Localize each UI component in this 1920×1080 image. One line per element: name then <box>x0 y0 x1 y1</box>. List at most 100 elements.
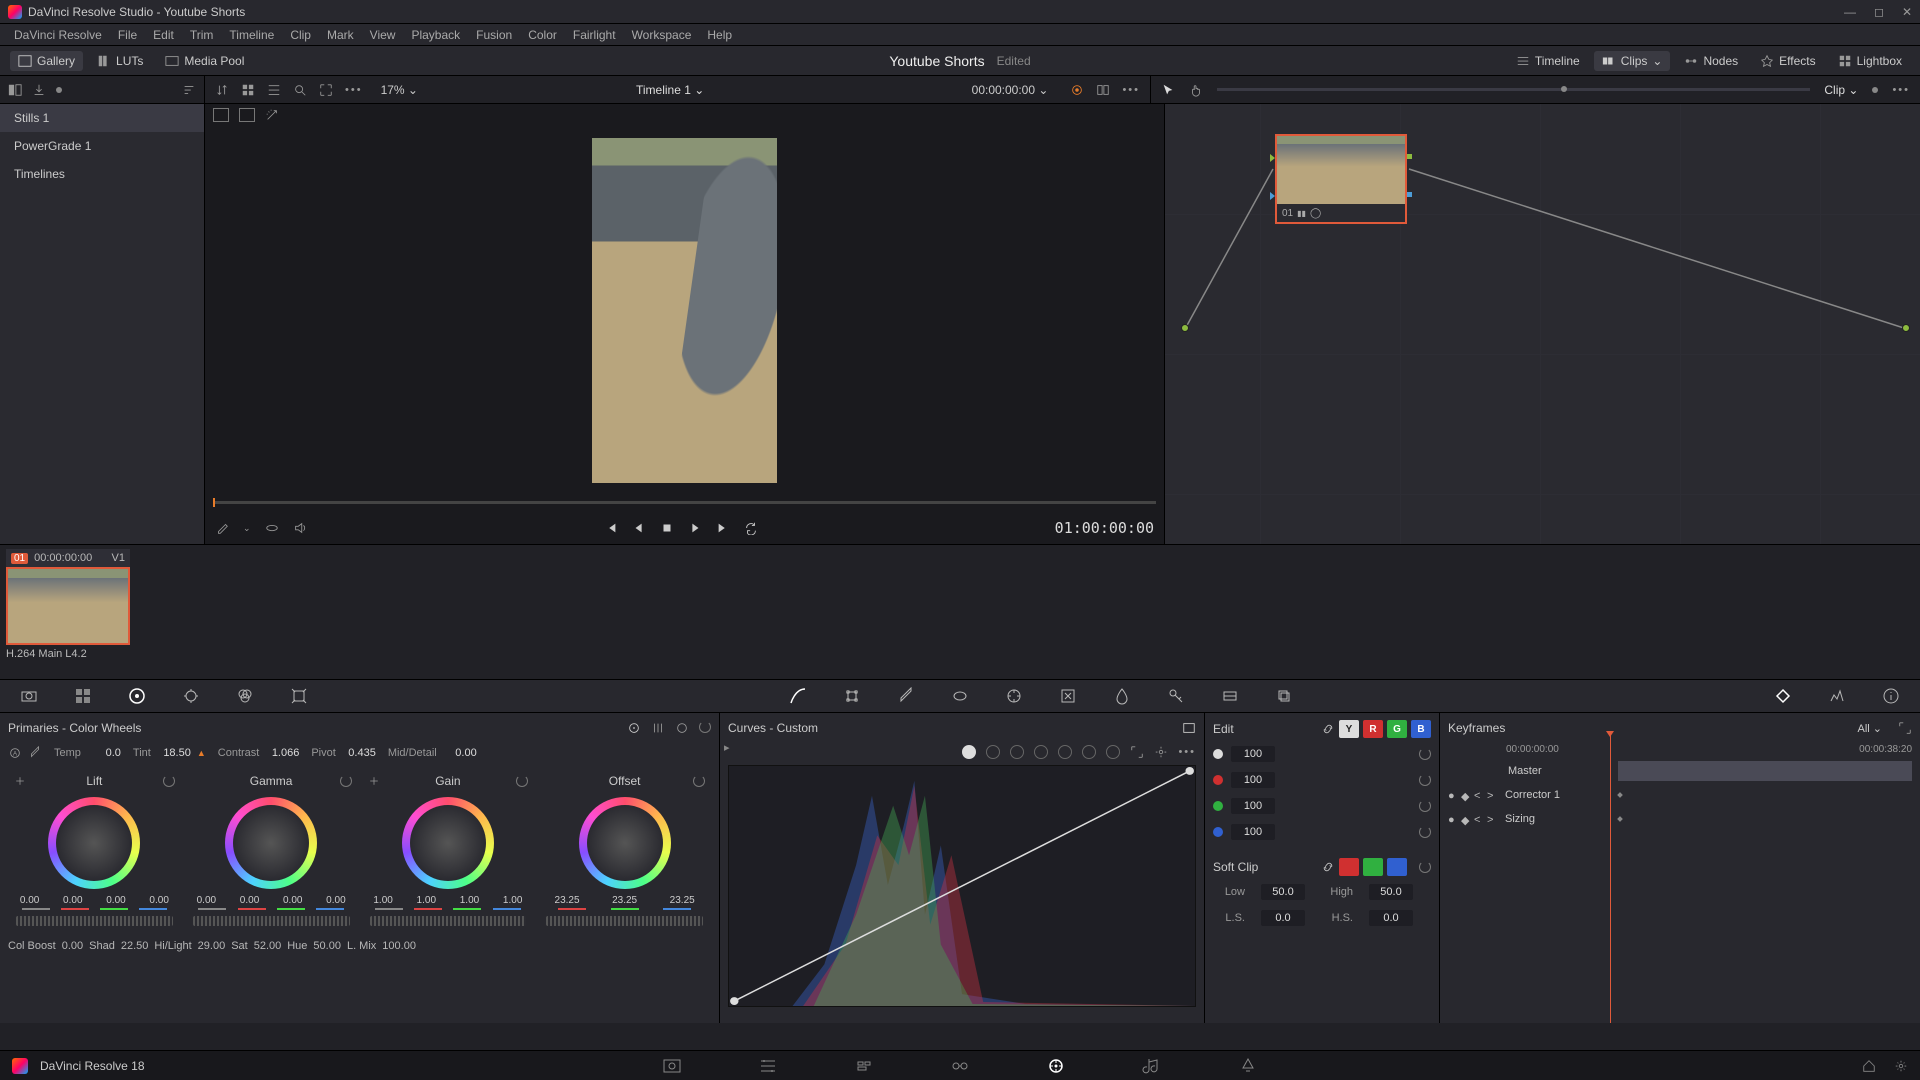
clips-button[interactable]: Clips ⌄ <box>1594 51 1671 71</box>
edit-b-value[interactable]: 100 <box>1231 824 1275 840</box>
curves-expand-icon[interactable] <box>1130 745 1144 759</box>
edit-r-reset[interactable] <box>1419 774 1431 786</box>
soft-hs[interactable]: 0.0 <box>1369 910 1413 926</box>
soft-b-chip[interactable] <box>1387 858 1407 876</box>
auto-balance-icon[interactable]: A <box>8 746 22 760</box>
lift-reset-icon[interactable] <box>163 775 175 787</box>
primaries-log-mode-icon[interactable] <box>675 721 689 735</box>
keyframe-master-row[interactable]: Master <box>1448 759 1912 783</box>
node-graph[interactable]: 01▮▮◯ <box>1165 104 1920 544</box>
bypass-icon[interactable] <box>1070 83 1084 97</box>
split-icon[interactable] <box>1096 83 1110 97</box>
lift-adjust-icon[interactable] <box>14 775 26 787</box>
sort-icon[interactable] <box>182 83 196 97</box>
effects-button[interactable]: Effects <box>1752 51 1823 71</box>
hue-value[interactable]: 50.00 <box>313 940 341 952</box>
prev-clip-button[interactable] <box>604 521 618 535</box>
step-back-button[interactable] <box>632 521 646 535</box>
node-clip-selector[interactable]: Clip ⌄ <box>1824 83 1858 97</box>
qualifier-icon[interactable] <box>895 685 917 707</box>
stop-button[interactable] <box>660 521 674 535</box>
viewer-timecode[interactable]: 00:00:00:00 ⌄ <box>972 83 1049 97</box>
soft-high[interactable]: 50.0 <box>1369 884 1413 900</box>
source-port[interactable] <box>1181 324 1189 332</box>
panel-icon[interactable] <box>8 83 22 97</box>
home-icon[interactable] <box>1862 1059 1876 1073</box>
blur-icon[interactable] <box>1111 685 1133 707</box>
color-match-icon[interactable] <box>72 685 94 707</box>
eyedropper-icon[interactable] <box>215 521 229 535</box>
temp-value[interactable]: 0.0 <box>87 747 121 759</box>
edit-b-chip[interactable]: B <box>1411 720 1431 738</box>
sat-value[interactable]: 52.00 <box>254 940 282 952</box>
rgb-mixer-icon[interactable] <box>234 685 256 707</box>
list-view-icon[interactable] <box>267 83 281 97</box>
keyframes-all-selector[interactable]: All ⌄ <box>1857 722 1882 735</box>
gain-adjust-icon[interactable] <box>368 775 380 787</box>
deliver-page-icon[interactable] <box>1238 1056 1258 1076</box>
gamma-jog[interactable] <box>193 916 350 926</box>
menu-fusion[interactable]: Fusion <box>468 28 520 42</box>
edit-b-reset[interactable] <box>1419 826 1431 838</box>
zoom-value[interactable]: 17% ⌄ <box>375 83 424 97</box>
soft-low[interactable]: 50.0 <box>1261 884 1305 900</box>
gamma-reset-icon[interactable] <box>340 775 352 787</box>
menu-fairlight[interactable]: Fairlight <box>565 28 624 42</box>
lmix-value[interactable]: 100.00 <box>382 940 416 952</box>
viewer-more-icon[interactable]: ••• <box>1122 84 1140 96</box>
curve-mode-6[interactable] <box>1082 745 1096 759</box>
menu-workspace[interactable]: Workspace <box>624 28 700 42</box>
keyframe-corrector-row[interactable]: ●◆<> Corrector 1 <box>1448 783 1912 807</box>
offset-jog[interactable] <box>546 916 703 926</box>
curve-mode-7[interactable] <box>1106 745 1120 759</box>
soft-reset[interactable] <box>1419 861 1431 873</box>
mediapool-button[interactable]: Media Pool <box>157 51 252 71</box>
magic-wand-icon[interactable] <box>265 108 279 122</box>
corrector-node[interactable]: 01▮▮◯ <box>1275 134 1407 224</box>
keyframe-sizing-row[interactable]: ●◆<> Sizing <box>1448 807 1912 831</box>
sidebar-powergrade[interactable]: PowerGrade 1 <box>0 132 204 160</box>
menu-trim[interactable]: Trim <box>182 28 222 42</box>
key-icon[interactable] <box>1165 685 1187 707</box>
grid-view-icon[interactable] <box>241 83 255 97</box>
next-clip-button[interactable] <box>716 521 730 535</box>
pick-white-icon[interactable] <box>28 746 42 760</box>
menu-help[interactable]: Help <box>699 28 740 42</box>
curve-mode-custom[interactable] <box>962 745 976 759</box>
edit-link-icon[interactable] <box>1321 722 1335 736</box>
expand-icon[interactable] <box>319 83 333 97</box>
kf-diamond-icon[interactable]: ◆ <box>1461 790 1471 800</box>
transport-timecode[interactable]: 01:00:00:00 <box>1055 519 1154 537</box>
mute-icon[interactable] <box>293 521 307 535</box>
shad-value[interactable]: 22.50 <box>121 940 149 952</box>
unmix-icon[interactable] <box>265 521 279 535</box>
menu-playback[interactable]: Playback <box>403 28 468 42</box>
keyframes-icon[interactable] <box>1772 685 1794 707</box>
colboost-value[interactable]: 0.00 <box>62 940 83 952</box>
primaries-wheels-mode-icon[interactable] <box>627 721 641 735</box>
node-more-icon[interactable]: ••• <box>1892 84 1910 96</box>
menu-timeline[interactable]: Timeline <box>221 28 282 42</box>
sort2-icon[interactable] <box>215 83 229 97</box>
gallery-button[interactable]: Gallery <box>10 51 83 71</box>
curves-more-icon[interactable]: ••• <box>1178 746 1196 758</box>
lift-jog[interactable] <box>16 916 173 926</box>
viewer-stage[interactable] <box>205 126 1164 494</box>
menu-clip[interactable]: Clip <box>282 28 319 42</box>
primaries-icon[interactable] <box>126 685 148 707</box>
menu-color[interactable]: Color <box>520 28 565 42</box>
sidebar-stills[interactable]: Stills 1 <box>0 104 204 132</box>
curve-mode-3[interactable] <box>1010 745 1024 759</box>
sidebar-timelines[interactable]: Timelines <box>0 160 204 188</box>
soft-g-chip[interactable] <box>1363 858 1383 876</box>
curves-settings-icon[interactable] <box>1154 745 1168 759</box>
gain-reset-icon[interactable] <box>516 775 528 787</box>
output-port[interactable] <box>1902 324 1910 332</box>
opacity-slider[interactable] <box>56 87 62 93</box>
edit-page-icon[interactable] <box>854 1056 874 1076</box>
color-page-icon[interactable] <box>1046 1056 1066 1076</box>
scrubber[interactable] <box>205 494 1164 512</box>
info-icon[interactable] <box>1880 685 1902 707</box>
curve-mode-5[interactable] <box>1058 745 1072 759</box>
menu-edit[interactable]: Edit <box>145 28 182 42</box>
